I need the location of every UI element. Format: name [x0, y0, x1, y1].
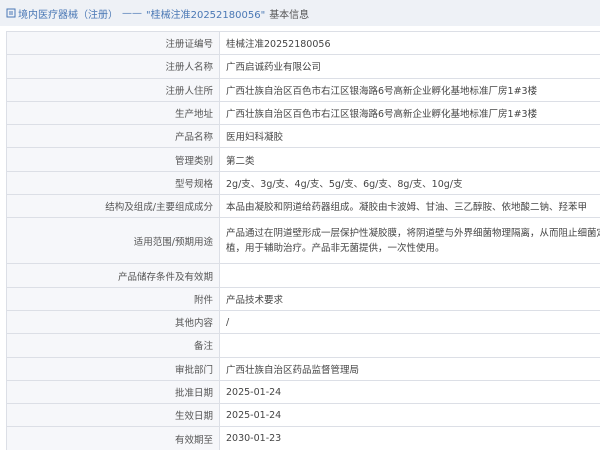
row-label: 型号规格 — [6, 170, 220, 196]
row-label: 生效日期 — [6, 403, 220, 428]
table-row: 附件 产品技术要求 — [6, 286, 600, 311]
page-title: 基本信息 — [269, 9, 310, 21]
table-row: 产品储存条件及有效期 — [6, 263, 600, 288]
row-value: 桂械注准20252180056 — [219, 31, 600, 56]
table-row: 注册人名称 广西启诚药业有限公司 — [6, 54, 600, 79]
record-number: "桂械注准20252180056" — [146, 9, 266, 21]
row-value: / — [219, 309, 600, 335]
table-row: 审批部门 广西壮族自治区药品监督管理局 — [6, 356, 600, 381]
row-label: 适用范围/预期用途 — [6, 217, 220, 265]
table-row: 产品名称 医用妇科凝胶 — [6, 124, 600, 149]
row-label: 注册人住所 — [6, 77, 220, 102]
table-row: 管理类别 第二类 — [6, 147, 600, 172]
row-label: 管理类别 — [6, 147, 220, 172]
row-label: 产品储存条件及有效期 — [6, 263, 220, 288]
row-value: 广西壮族自治区百色市右江区银海路6号高新企业孵化基地标准厂房1#3楼 — [219, 77, 600, 102]
row-label: 审批部门 — [6, 356, 220, 381]
table-row: 型号规格 2g/支、3g/支、4g/支、5g/支、6g/支、8g/支、10g/支 — [6, 170, 600, 196]
row-value: 2030-01-23 — [219, 426, 600, 450]
row-value: 2g/支、3g/支、4g/支、5g/支、6g/支、8g/支、10g/支 — [219, 170, 600, 196]
table-row: 批准日期 2025-01-24 — [6, 379, 600, 405]
row-label: 备注 — [6, 333, 220, 358]
table-row: 有效期至 2030-01-23 — [6, 426, 600, 450]
breadcrumb-separator: —— — [122, 7, 142, 19]
row-label: 注册证编号 — [6, 31, 220, 56]
row-value: 第二类 — [219, 147, 600, 172]
row-label: 注册人名称 — [6, 54, 220, 79]
row-value: 2025-01-24 — [219, 379, 600, 405]
row-label: 产品名称 — [6, 124, 220, 149]
row-value — [219, 333, 600, 358]
table-row: 结构及组成/主要组成成分 本品由凝胶和阴道给药器组成。凝胶由卡波姆、甘油、三乙醇胺… — [6, 194, 600, 219]
table-row: 注册证编号 桂械注准20252180056 — [6, 31, 600, 56]
row-label: 附件 — [6, 286, 220, 311]
table-row: 备注 — [6, 333, 600, 358]
table-row: 适用范围/预期用途 产品通过在阴道壁形成一层保护性凝胶膜，将阴道壁与外界细菌物理隔… — [6, 217, 600, 265]
row-value: 产品通过在阴道壁形成一层保护性凝胶膜，将阴道壁与外界细菌物理隔离，从而阻止细菌定… — [219, 217, 600, 265]
row-label: 有效期至 — [6, 426, 220, 450]
row-label: 批准日期 — [6, 379, 220, 405]
table-row: 生效日期 2025-01-24 — [6, 403, 600, 428]
detail-table: 注册证编号 桂械注准20252180056 注册人名称 广西启诚药业有限公司 注册人… — [6, 31, 600, 450]
row-label: 生产地址 — [6, 100, 220, 126]
row-value: 广西壮族自治区药品监督管理局 — [219, 356, 600, 381]
document-icon — [6, 8, 16, 18]
detail-table-container[interactable]: 注册证编号 桂械注准20252180056 注册人名称 广西启诚药业有限公司 注册人… — [6, 31, 600, 450]
table-row: 生产地址 广西壮族自治区百色市右江区银海路6号高新企业孵化基地标准厂房1#3楼 — [6, 100, 600, 126]
row-value: 医用妇科凝胶 — [219, 124, 600, 149]
row-value: 广西壮族自治区百色市右江区银海路6号高新企业孵化基地标准厂房1#3楼 — [219, 100, 600, 126]
table-row: 其他内容 / — [6, 309, 600, 335]
page-header: 境内医疗器械（注册） —— "桂械注准20252180056" 基本信息 — [0, 0, 600, 26]
breadcrumb-category[interactable]: 境内医疗器械（注册） — [18, 6, 118, 21]
row-value: 本品由凝胶和阴道给药器组成。凝胶由卡波姆、甘油、三乙醇胺、依地酸二钠、羟苯甲 — [219, 194, 600, 219]
row-value: 广西启诚药业有限公司 — [219, 54, 600, 79]
row-value — [219, 263, 600, 288]
table-row: 注册人住所 广西壮族自治区百色市右江区银海路6号高新企业孵化基地标准厂房1#3楼 — [6, 77, 600, 102]
row-label: 结构及组成/主要组成成分 — [6, 194, 220, 219]
row-label: 其他内容 — [6, 309, 220, 335]
row-value: 产品技术要求 — [219, 286, 600, 311]
row-value: 2025-01-24 — [219, 403, 600, 428]
